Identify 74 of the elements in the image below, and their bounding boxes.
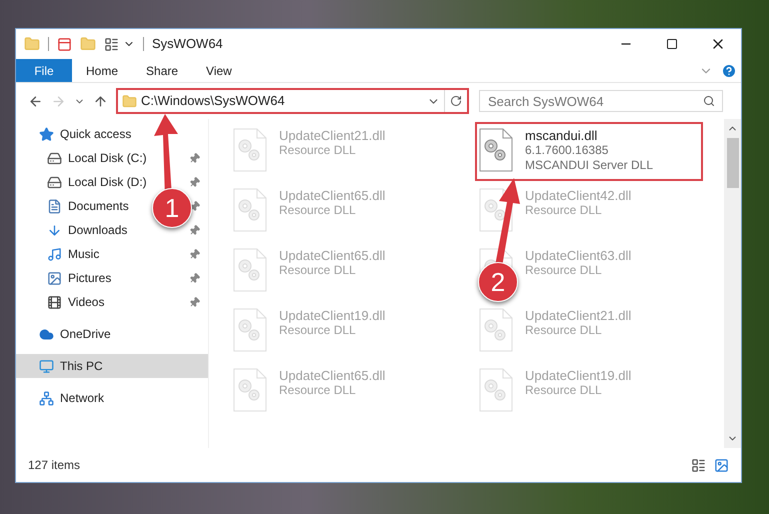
file-detail: Resource DLL	[525, 383, 603, 398]
nav-item[interactable]: Network	[16, 386, 112, 410]
back-icon[interactable]	[28, 94, 43, 108]
music-note-icon	[47, 246, 62, 262]
download-icon	[47, 222, 62, 238]
nav-item[interactable]: Documents	[16, 194, 137, 218]
monitor-icon	[39, 358, 54, 374]
star-icon	[39, 126, 54, 142]
nav-item[interactable]: Local Disk (C:)	[16, 146, 155, 170]
large-icons-view-icon[interactable]	[714, 458, 729, 472]
drive-icon	[47, 150, 62, 166]
gear-file-icon	[479, 308, 513, 352]
maximize-icon	[666, 38, 678, 50]
gear-file-icon	[233, 368, 267, 412]
help-icon[interactable]	[721, 62, 737, 78]
file-name: mscandui.dll	[525, 128, 598, 143]
up-icon[interactable]	[93, 94, 108, 108]
file-name: UpdateClient65.dll	[279, 248, 386, 263]
nav-item[interactable]: Pictures	[16, 266, 120, 290]
file-name: UpdateClient63.dll	[525, 248, 632, 263]
file-name: UpdateClient65.dll	[279, 188, 386, 203]
file-detail: MSCANDUI Server DLL	[525, 158, 654, 173]
cloud-icon	[39, 326, 54, 342]
file-detail: Resource DLL	[525, 323, 603, 338]
ribbon-tab[interactable]: Share	[132, 59, 192, 82]
nav-item[interactable]: Local Disk (D:)	[16, 170, 155, 194]
file-detail: Resource DLL	[525, 263, 603, 278]
file-detail: Resource DLL	[279, 143, 357, 158]
folder-icon	[122, 94, 137, 108]
picture-icon	[47, 270, 62, 286]
file-detail: Resource DLL	[279, 323, 357, 338]
ribbon-tab[interactable]: View	[192, 59, 246, 82]
file-name: UpdateClient19.dll	[525, 368, 632, 383]
file-detail: Resource DLL	[279, 203, 357, 218]
nav-item[interactable]: Music	[16, 242, 108, 266]
file-detail: Resource DLL	[525, 203, 603, 218]
search-icon	[703, 95, 715, 107]
file-tab[interactable]: File	[16, 59, 72, 82]
view-options-icon[interactable]	[104, 36, 119, 52]
gear-file-icon	[479, 128, 513, 172]
file-name: UpdateClient65.dll	[279, 368, 386, 383]
item-count: 127 items	[28, 457, 80, 474]
file-detail: Resource DLL	[279, 383, 357, 398]
window-title: SysWOW64	[152, 35, 223, 54]
refresh-icon[interactable]	[450, 95, 462, 107]
gear-file-icon	[233, 188, 267, 232]
ribbon-tab[interactable]: Home	[72, 59, 132, 82]
file-detail: Resource DLL	[279, 263, 357, 278]
file-name: UpdateClient42.dll	[525, 188, 632, 203]
gear-file-icon	[233, 248, 267, 292]
drive-icon	[47, 174, 62, 190]
file-name: UpdateClient21.dll	[525, 308, 632, 323]
file-name: UpdateClient19.dll	[279, 308, 386, 323]
document-icon	[47, 198, 62, 214]
nav-item[interactable]: Downloads	[16, 218, 136, 242]
gear-file-icon	[233, 128, 267, 172]
address-path: C:\Windows\SysWOW64	[141, 92, 286, 110]
details-view-icon[interactable]	[691, 458, 706, 472]
nav-item[interactable]: Quick access	[16, 122, 140, 146]
address-bar[interactable]: C:\Windows\SysWOW64	[116, 88, 469, 114]
file-tile[interactable]: mscandui.dll 6.1.7600.16385 MSCANDUI Server DLL	[475, 122, 703, 181]
nav-item[interactable]: This PC	[16, 354, 208, 378]
nav-item[interactable]: Videos	[16, 290, 112, 314]
file-detail: 6.1.7600.16385	[525, 143, 610, 158]
gear-file-icon	[233, 308, 267, 352]
nav-item[interactable]: OneDrive	[16, 322, 119, 346]
properties-icon[interactable]	[57, 36, 72, 52]
network-icon	[39, 390, 54, 406]
file-name: UpdateClient21.dll	[279, 128, 386, 143]
film-icon	[47, 294, 62, 310]
gear-file-icon	[479, 368, 513, 412]
scrollbar[interactable]	[724, 119, 741, 448]
search-field[interactable]: Search SysWOW64	[479, 90, 723, 112]
scrollbar-thumb[interactable]	[726, 138, 738, 188]
